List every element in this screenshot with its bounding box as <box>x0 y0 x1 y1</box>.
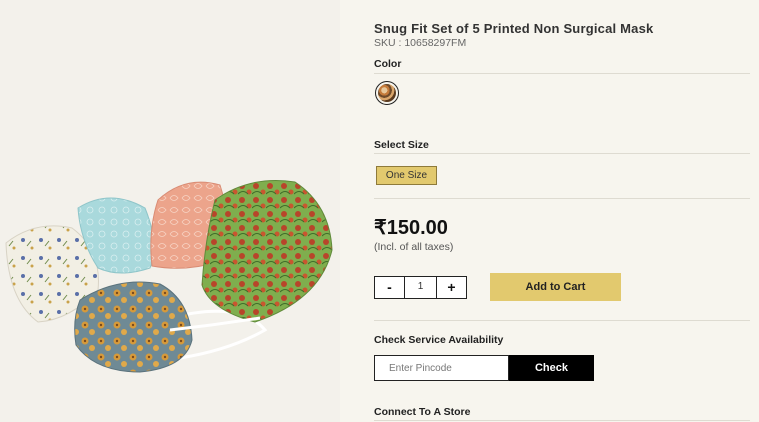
quantity-stepper: - 1 + <box>374 276 467 299</box>
divider <box>374 320 750 321</box>
divider <box>374 73 750 74</box>
product-image <box>0 0 340 422</box>
divider <box>374 420 750 421</box>
quantity-decrease-button[interactable]: - <box>375 277 404 298</box>
product-details: Snug Fit Set of 5 Printed Non Surgical M… <box>374 0 750 422</box>
divider <box>374 153 750 154</box>
masks-illustration <box>0 0 340 422</box>
color-label: Color <box>374 58 402 70</box>
quantity-increase-button[interactable]: + <box>437 277 466 298</box>
connect-store-label: Connect To A Store <box>374 406 471 418</box>
product-title: Snug Fit Set of 5 Printed Non Surgical M… <box>374 21 654 36</box>
product-price: ₹150.00 <box>374 217 448 239</box>
color-swatch[interactable] <box>375 81 399 105</box>
product-sku: SKU : 10658297FM <box>374 37 467 49</box>
service-availability-label: Check Service Availability <box>374 334 504 346</box>
size-option-one-size[interactable]: One Size <box>376 166 437 185</box>
quantity-value[interactable]: 1 <box>404 277 437 298</box>
swatch-pattern <box>378 84 396 102</box>
pincode-input[interactable] <box>374 355 509 381</box>
check-button[interactable]: Check <box>509 355 594 381</box>
divider <box>374 198 750 199</box>
add-to-cart-button[interactable]: Add to Cart <box>490 273 621 301</box>
size-label: Select Size <box>374 139 429 151</box>
tax-note: (Incl. of all taxes) <box>374 241 454 253</box>
